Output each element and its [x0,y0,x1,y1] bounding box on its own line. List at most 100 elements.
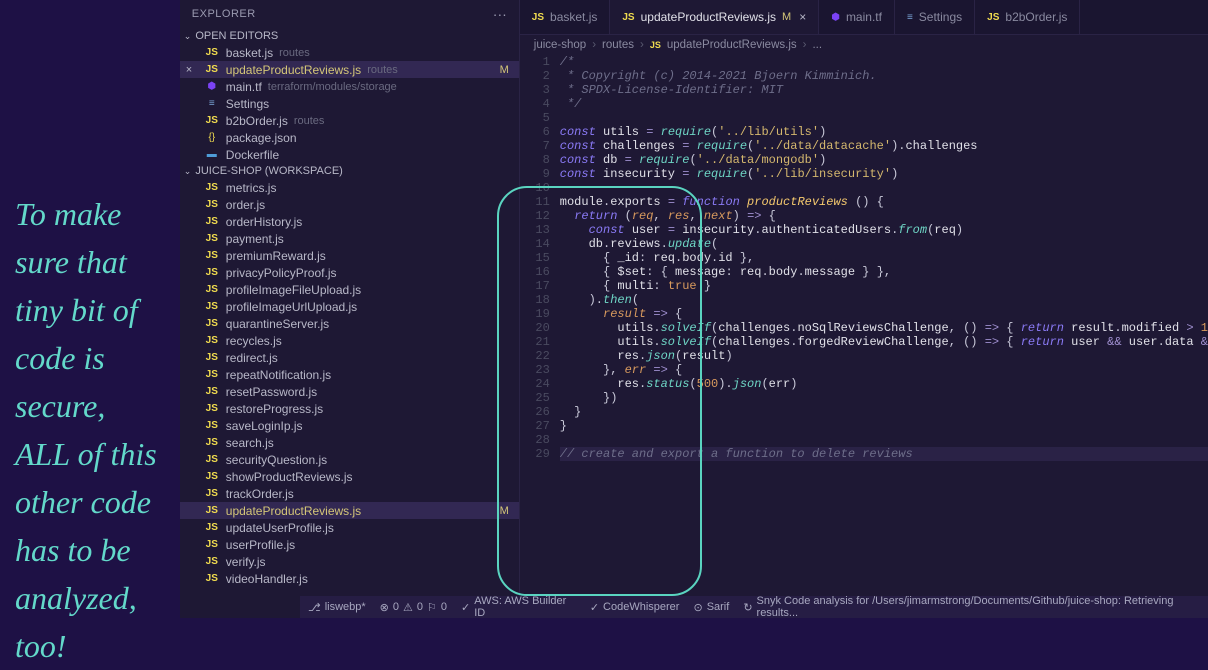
line-number: 20 [520,321,550,335]
code-line[interactable]: module.exports = function productReviews… [560,195,1208,209]
code-line[interactable]: }) [560,391,1208,405]
tab[interactable]: ≡Settings [895,0,975,34]
code-line[interactable]: db.reviews.update( [560,237,1208,251]
status-codewhisperer[interactable]: ✓ CodeWhisperer [590,601,680,614]
file-item[interactable]: JSupdateProductReviews.jsM [180,502,519,519]
code-line[interactable] [560,433,1208,447]
code-line[interactable]: const utils = require('../lib/utils') [560,125,1208,139]
file-item[interactable]: JSrepeatNotification.js [180,366,519,383]
code-line[interactable]: // create and export a function to delet… [560,447,1208,461]
file-item[interactable]: JSuserProfile.js [180,536,519,553]
file-item[interactable]: JSorder.js [180,196,519,213]
file-item[interactable]: JStrackOrder.js [180,485,519,502]
file-item[interactable]: JSorderHistory.js [180,213,519,230]
workspace-label: JUICE-SHOP (WORKSPACE) [195,165,343,177]
code-line[interactable]: }, err => { [560,363,1208,377]
file-item[interactable]: JSshowProductReviews.js [180,468,519,485]
code-line[interactable]: res.json(result) [560,349,1208,363]
status-branch[interactable]: ⎇ liswebp* [308,601,366,614]
file-item[interactable]: JSvideoHandler.js [180,570,519,587]
code-line[interactable]: utils.solveIf(challenges.noSqlReviewsCha… [560,321,1208,335]
file-item[interactable]: JSsecurityQuestion.js [180,451,519,468]
code-line[interactable] [560,111,1208,125]
js-file-icon: JS [204,454,220,465]
file-item[interactable]: JSredirect.js [180,349,519,366]
file-item[interactable]: JSrestoreProgress.js [180,400,519,417]
file-item[interactable]: JSquarantineServer.js [180,315,519,332]
file-item[interactable]: JSpayment.js [180,230,519,247]
code-line[interactable]: return (req, res, next) => { [560,209,1208,223]
file-item[interactable]: JSupdateUserProfile.js [180,519,519,536]
status-aws[interactable]: ✓ AWS: AWS Builder ID [461,595,576,619]
tab-file-icon: JS [532,12,544,23]
code-line[interactable]: * SPDX-License-Identifier: MIT [560,83,1208,97]
tab[interactable]: JSb2bOrder.js [975,0,1080,34]
file-item[interactable]: JSprofileImageUrlUpload.js [180,298,519,315]
file-item[interactable]: JSverify.js [180,553,519,570]
breadcrumb-segment[interactable]: routes [602,39,634,51]
file-item[interactable]: JSresetPassword.js [180,383,519,400]
open-editor-item[interactable]: {}package.json [180,129,519,146]
code-line[interactable]: */ [560,97,1208,111]
code-line[interactable]: result => { [560,307,1208,321]
code-area[interactable]: 1234567891011121314151617181920212223242… [520,55,1208,618]
workspace-header[interactable]: ⌄ JUICE-SHOP (WORKSPACE) [180,163,519,179]
code-line[interactable]: const user = insecurity.authenticatedUse… [560,223,1208,237]
open-editor-item[interactable]: JSb2bOrder.jsroutes [180,112,519,129]
open-editor-item[interactable]: ×JSupdateProductReviews.jsroutesM [180,61,519,78]
file-name: profileImageUrlUpload.js [226,300,357,314]
file-item[interactable]: JSmetrics.js [180,179,519,196]
code-line[interactable]: ).then( [560,293,1208,307]
breadcrumb-segment[interactable]: updateProductReviews.js [667,39,797,51]
line-number: 11 [520,195,550,209]
code-line[interactable]: * Copyright (c) 2014-2021 Bjoern Kimmini… [560,69,1208,83]
open-editor-item[interactable]: ▬Dockerfile [180,146,519,163]
code-line[interactable]: res.status(500).json(err) [560,377,1208,391]
file-item[interactable]: JSprivacyPolicyProof.js [180,264,519,281]
open-editors-header[interactable]: ⌄ Open Editors [180,28,519,44]
tab[interactable]: JSupdateProductReviews.jsM× [610,0,819,34]
file-item[interactable]: JSprofileImageFileUpload.js [180,281,519,298]
file-path: routes [279,47,310,59]
code-line[interactable]: { $set: { message: req.body.message } }, [560,265,1208,279]
breadcrumb-segment[interactable]: juice-shop [534,39,586,51]
file-name: recycles.js [226,334,282,348]
open-editor-item[interactable]: ⬢main.tfterraform/modules/storage [180,78,519,95]
code-line[interactable]: /* [560,55,1208,69]
line-number: 24 [520,377,550,391]
close-icon[interactable]: × [186,64,192,76]
code-line[interactable]: } [560,405,1208,419]
file-name: repeatNotification.js [226,368,331,382]
line-number: 22 [520,349,550,363]
code-line[interactable]: { multi: true } [560,279,1208,293]
tab[interactable]: ⬢main.tf [819,0,895,34]
line-number: 13 [520,223,550,237]
file-name: userProfile.js [226,538,295,552]
open-editor-item[interactable]: JSbasket.jsroutes [180,44,519,61]
code-line[interactable]: } [560,419,1208,433]
line-number: 28 [520,433,550,447]
code-content[interactable]: /* * Copyright (c) 2014-2021 Bjoern Kimm… [560,55,1208,618]
file-item[interactable]: JSrecycles.js [180,332,519,349]
file-item[interactable]: JSsearch.js [180,434,519,451]
file-name: updateUserProfile.js [226,521,334,535]
close-icon[interactable]: × [799,10,806,24]
code-line[interactable]: { _id: req.body.id }, [560,251,1208,265]
code-line[interactable] [560,181,1208,195]
breadcrumb-segment[interactable]: ... [812,39,822,51]
code-line[interactable]: const challenges = require('../data/data… [560,139,1208,153]
tab[interactable]: JSbasket.js [520,0,611,34]
file-item[interactable]: JSsaveLoginIp.js [180,417,519,434]
code-line[interactable]: const db = require('../data/mongodb') [560,153,1208,167]
explorer-more-icon[interactable]: ··· [493,6,507,22]
open-editor-item[interactable]: ≡Settings [180,95,519,112]
status-snyk[interactable]: ↻ Snyk Code analysis for /Users/jimarmst… [743,595,1200,619]
status-problems[interactable]: ⊗ 0 ⚠ 0 ⚐ 0 [380,601,447,614]
code-line[interactable]: const insecurity = require('../lib/insec… [560,167,1208,181]
file-item[interactable]: JSpremiumReward.js [180,247,519,264]
breadcrumb[interactable]: juice-shop›routes›JSupdateProductReviews… [520,35,1208,55]
status-sarif[interactable]: ⊙ Sarif [693,601,729,614]
tab-bar: JSbasket.jsJSupdateProductReviews.jsM×⬢m… [520,0,1208,35]
js-file-icon: JS [204,488,220,499]
code-line[interactable]: utils.solveIf(challenges.forgedReviewCha… [560,335,1208,349]
